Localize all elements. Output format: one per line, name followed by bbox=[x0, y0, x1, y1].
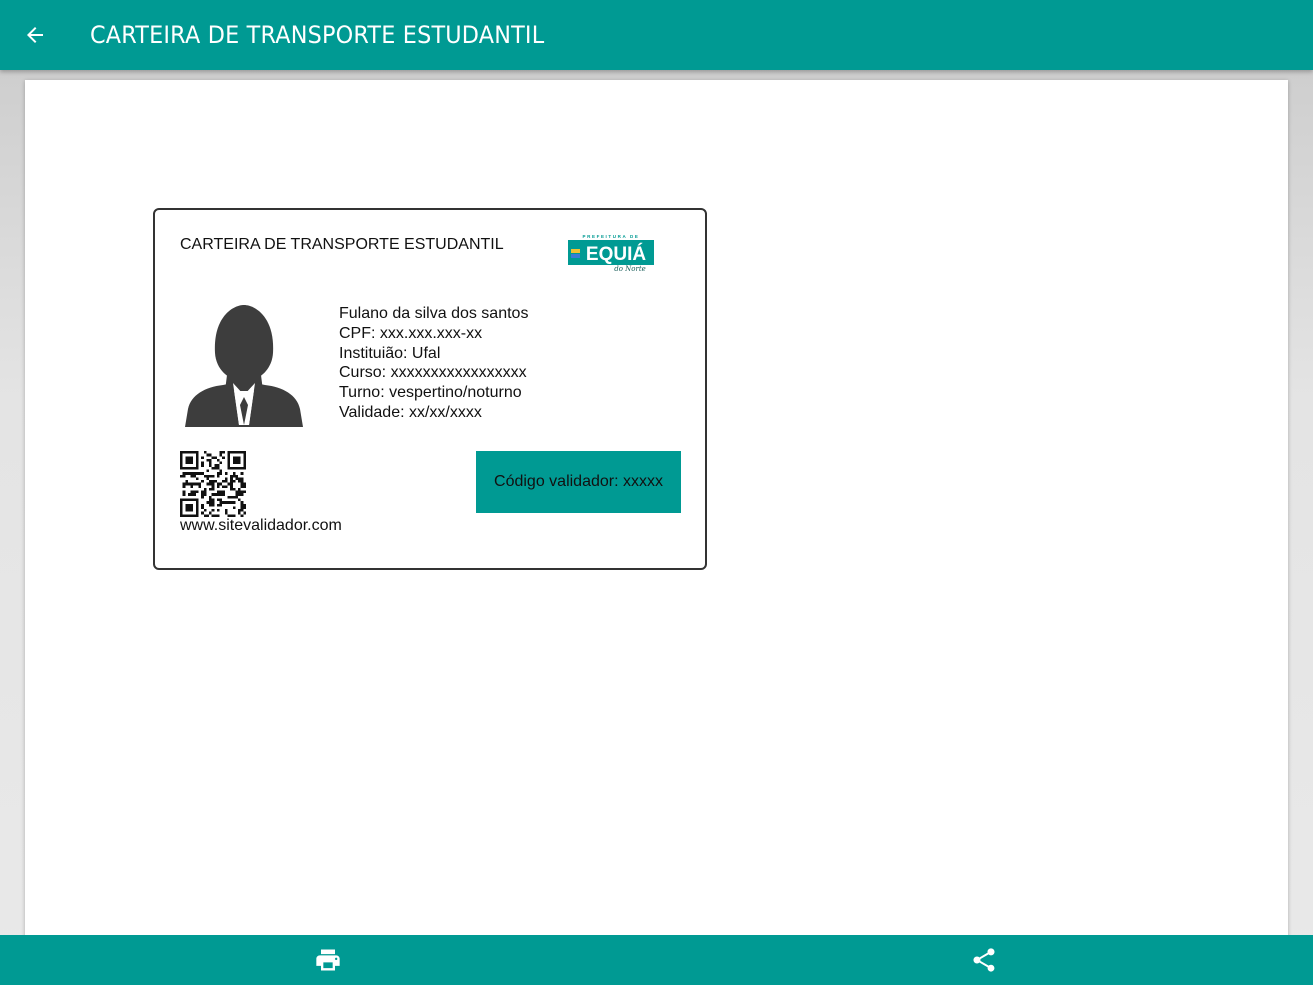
logo-script-text: do Norte bbox=[614, 265, 646, 273]
document-page: CARTEIRA DE TRANSPORTE ESTUDANTIL PREFEI… bbox=[25, 80, 1288, 940]
person-silhouette-icon bbox=[185, 305, 303, 427]
qr-code-icon bbox=[180, 451, 246, 517]
student-info: Fulano da silva dos santos CPF: xxx.xxx.… bbox=[339, 304, 528, 423]
share-icon bbox=[973, 948, 995, 972]
logo-top-text: PREFEITURA DE bbox=[583, 234, 640, 239]
student-transport-card: CARTEIRA DE TRANSPORTE ESTUDANTIL PREFEI… bbox=[153, 208, 707, 570]
student-institution: Instituião: Ufal bbox=[339, 344, 441, 362]
prefeitura-logo: PREFEITURA DE EQUIÁ do Norte bbox=[568, 234, 654, 273]
student-course: Curso: xxxxxxxxxxxxxxxxx bbox=[339, 364, 527, 382]
student-shift: Turno: vespertino/noturno bbox=[339, 384, 522, 402]
back-button[interactable] bbox=[15, 15, 55, 55]
share-button[interactable] bbox=[656, 935, 1312, 985]
logo-main-text: EQUIÁ bbox=[586, 243, 646, 265]
arrow-back-icon bbox=[27, 27, 43, 43]
student-name: Fulano da silva dos santos bbox=[339, 305, 529, 322]
validator-code-box: Código validador: xxxxx bbox=[476, 451, 681, 513]
validator-site-link: www.sitevalidador.com bbox=[180, 517, 342, 534]
print-icon bbox=[316, 949, 340, 971]
bottom-action-bar bbox=[0, 935, 1313, 985]
student-validity: Validade: xx/xx/xxxx bbox=[339, 403, 482, 421]
app-bar: CARTEIRA DE TRANSPORTE ESTUDANTIL bbox=[0, 0, 1313, 70]
card-title: CARTEIRA DE TRANSPORTE ESTUDANTIL bbox=[180, 236, 504, 253]
page-title: CARTEIRA DE TRANSPORTE ESTUDANTIL bbox=[90, 21, 545, 49]
student-cpf: CPF: xxx.xxx.xxx-xx bbox=[339, 324, 483, 342]
print-button[interactable] bbox=[0, 935, 656, 985]
